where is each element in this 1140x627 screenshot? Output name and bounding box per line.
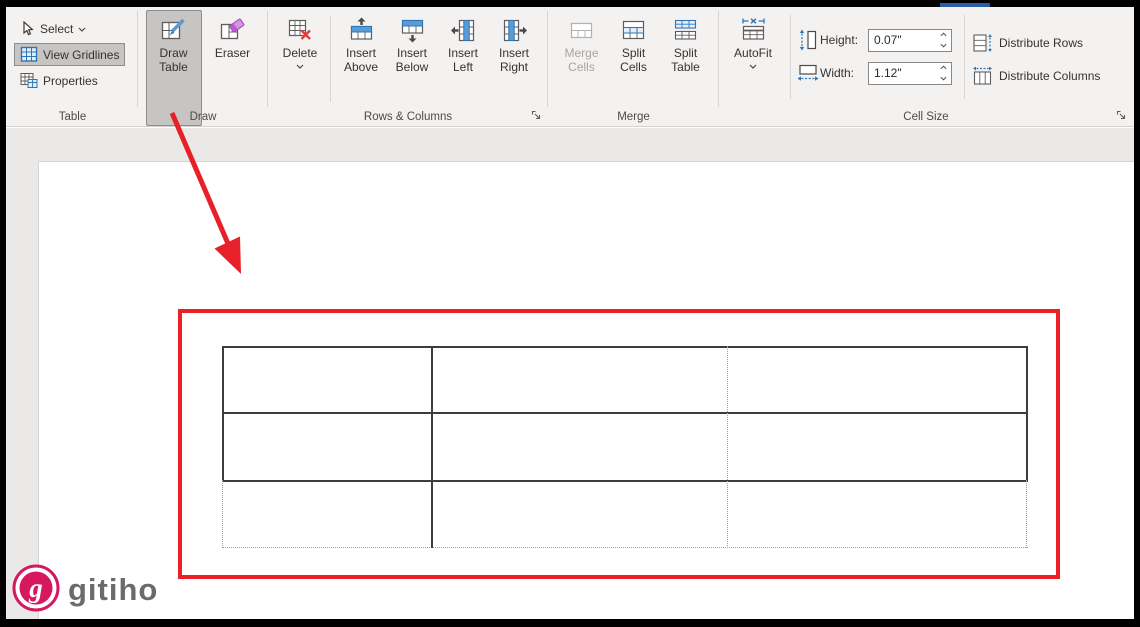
- ribbon: Select View Gridlines Properties Table D…: [6, 7, 1134, 127]
- height-spin-up-icon[interactable]: [936, 30, 951, 41]
- autofit-button[interactable]: AutoFit: [724, 10, 782, 102]
- width-spin-down-icon[interactable]: [936, 73, 951, 84]
- active-tab-indicator: [940, 3, 990, 7]
- insert-right-icon: [501, 17, 528, 44]
- ribbon-group-cell-size: AutoFit Height: 0.07" Width: 1.12" Distr…: [720, 7, 1132, 126]
- insert-below-icon: [399, 17, 426, 44]
- eraser-label: Eraser: [214, 46, 251, 60]
- cell-size-dialog-launcher-icon[interactable]: [1114, 108, 1128, 122]
- properties-label: Properties: [43, 73, 98, 88]
- width-label: Width:: [820, 66, 855, 80]
- insert-left-icon: [450, 17, 477, 44]
- split-table-label: Split Table: [671, 46, 700, 74]
- group-separator: [137, 11, 138, 107]
- width-field-row: Width:: [796, 61, 952, 85]
- split-table-button[interactable]: Split Table: [661, 10, 711, 126]
- insert-left-label: Insert Left: [447, 46, 478, 74]
- screenshot-frame: Select View Gridlines Properties Table D…: [0, 0, 1140, 627]
- insert-above-button[interactable]: Insert Above: [336, 10, 386, 102]
- document-area: g gitiho: [6, 128, 1134, 619]
- chevron-down-icon: [749, 64, 757, 69]
- distribute-columns-button[interactable]: Distribute Columns: [972, 65, 1100, 87]
- select-button[interactable]: Select: [14, 18, 92, 40]
- autofit-icon: [740, 17, 767, 44]
- view-gridlines-label: View Gridlines: [43, 47, 120, 62]
- row-height-icon: [796, 29, 820, 51]
- group-label-draw: Draw: [189, 111, 217, 123]
- merge-cells-button: Merge Cells: [557, 10, 607, 126]
- distribute-rows-button[interactable]: Distribute Rows: [972, 32, 1083, 54]
- split-cells-icon: [620, 17, 647, 44]
- merge-cells-label: Merge Cells: [564, 46, 599, 74]
- draw-table-label: Draw Table: [159, 46, 188, 74]
- insert-left-button[interactable]: Insert Left: [438, 10, 488, 102]
- eraser-button[interactable]: Eraser: [205, 10, 261, 126]
- group-label-table: Table: [58, 111, 87, 123]
- autofit-label: AutoFit: [733, 46, 772, 60]
- gitiho-logo: g gitiho: [6, 560, 186, 625]
- svg-text:g: g: [28, 573, 43, 603]
- insert-above-label: Insert Above: [343, 46, 379, 74]
- draw-table-button[interactable]: Draw Table: [145, 10, 202, 126]
- ribbon-group-rows-columns: Delete Insert Above Insert Below Insert …: [269, 7, 547, 126]
- chevron-down-icon: [296, 64, 304, 69]
- draw-table-icon: [160, 17, 187, 44]
- eraser-icon: [219, 17, 246, 44]
- width-input[interactable]: [869, 62, 936, 84]
- gridlines-table-icon: [20, 46, 38, 63]
- table-properties-icon: [20, 72, 38, 89]
- insert-below-label: Insert Below: [395, 46, 429, 74]
- inner-separator: [330, 16, 331, 102]
- height-spinbox: [868, 28, 952, 52]
- select-label: Select: [40, 22, 74, 36]
- annotation-rectangle: [178, 309, 1060, 579]
- rows-columns-dialog-launcher-icon[interactable]: [529, 108, 543, 122]
- height-field-row: Height:: [796, 28, 952, 52]
- group-separator: [267, 11, 268, 107]
- insert-right-button[interactable]: Insert Right: [489, 10, 539, 102]
- properties-button[interactable]: Properties: [14, 69, 104, 92]
- inner-separator: [790, 15, 791, 99]
- delete-button[interactable]: Delete: [275, 10, 325, 102]
- insert-below-button[interactable]: Insert Below: [387, 10, 437, 102]
- distribute-columns-label: Distribute Columns: [999, 69, 1101, 83]
- merge-cells-icon: [568, 17, 595, 44]
- height-label: Height:: [820, 33, 859, 47]
- group-label-rows-columns: Rows & Columns: [363, 111, 453, 123]
- split-table-icon: [672, 17, 699, 44]
- ribbon-group-draw: Draw Table Eraser Draw: [139, 7, 267, 126]
- group-label-cell-size: Cell Size: [903, 111, 949, 123]
- gitiho-logo-text: gitiho: [68, 572, 158, 607]
- group-separator: [547, 11, 548, 107]
- insert-right-label: Insert Right: [498, 46, 529, 74]
- ribbon-group-merge: Merge Cells Split Cells Split Table Merg…: [549, 7, 718, 126]
- chevron-down-icon: [78, 27, 86, 32]
- split-cells-label: Split Cells: [620, 46, 647, 74]
- height-spin-down-icon[interactable]: [936, 40, 951, 51]
- frame-border-bottom: [0, 619, 1140, 627]
- group-label-merge: Merge: [617, 111, 650, 123]
- column-width-icon: [796, 63, 820, 83]
- width-spin-up-icon[interactable]: [936, 63, 951, 74]
- frame-border-right: [1134, 0, 1140, 627]
- frame-border-left: [0, 0, 6, 627]
- distribute-columns-icon: [972, 66, 993, 86]
- view-gridlines-button[interactable]: View Gridlines: [14, 43, 126, 66]
- group-separator: [718, 11, 719, 107]
- distribute-rows-icon: [972, 33, 993, 53]
- ribbon-group-table: Select View Gridlines Properties Table: [8, 7, 137, 126]
- delete-table-icon: [287, 17, 314, 44]
- split-cells-button[interactable]: Split Cells: [609, 10, 659, 126]
- inner-separator: [964, 15, 965, 99]
- delete-label: Delete: [282, 46, 318, 60]
- distribute-rows-label: Distribute Rows: [999, 36, 1084, 50]
- width-spinbox: [868, 61, 952, 85]
- cursor-arrow-icon: [20, 21, 35, 37]
- height-input[interactable]: [869, 29, 936, 51]
- insert-above-icon: [348, 17, 375, 44]
